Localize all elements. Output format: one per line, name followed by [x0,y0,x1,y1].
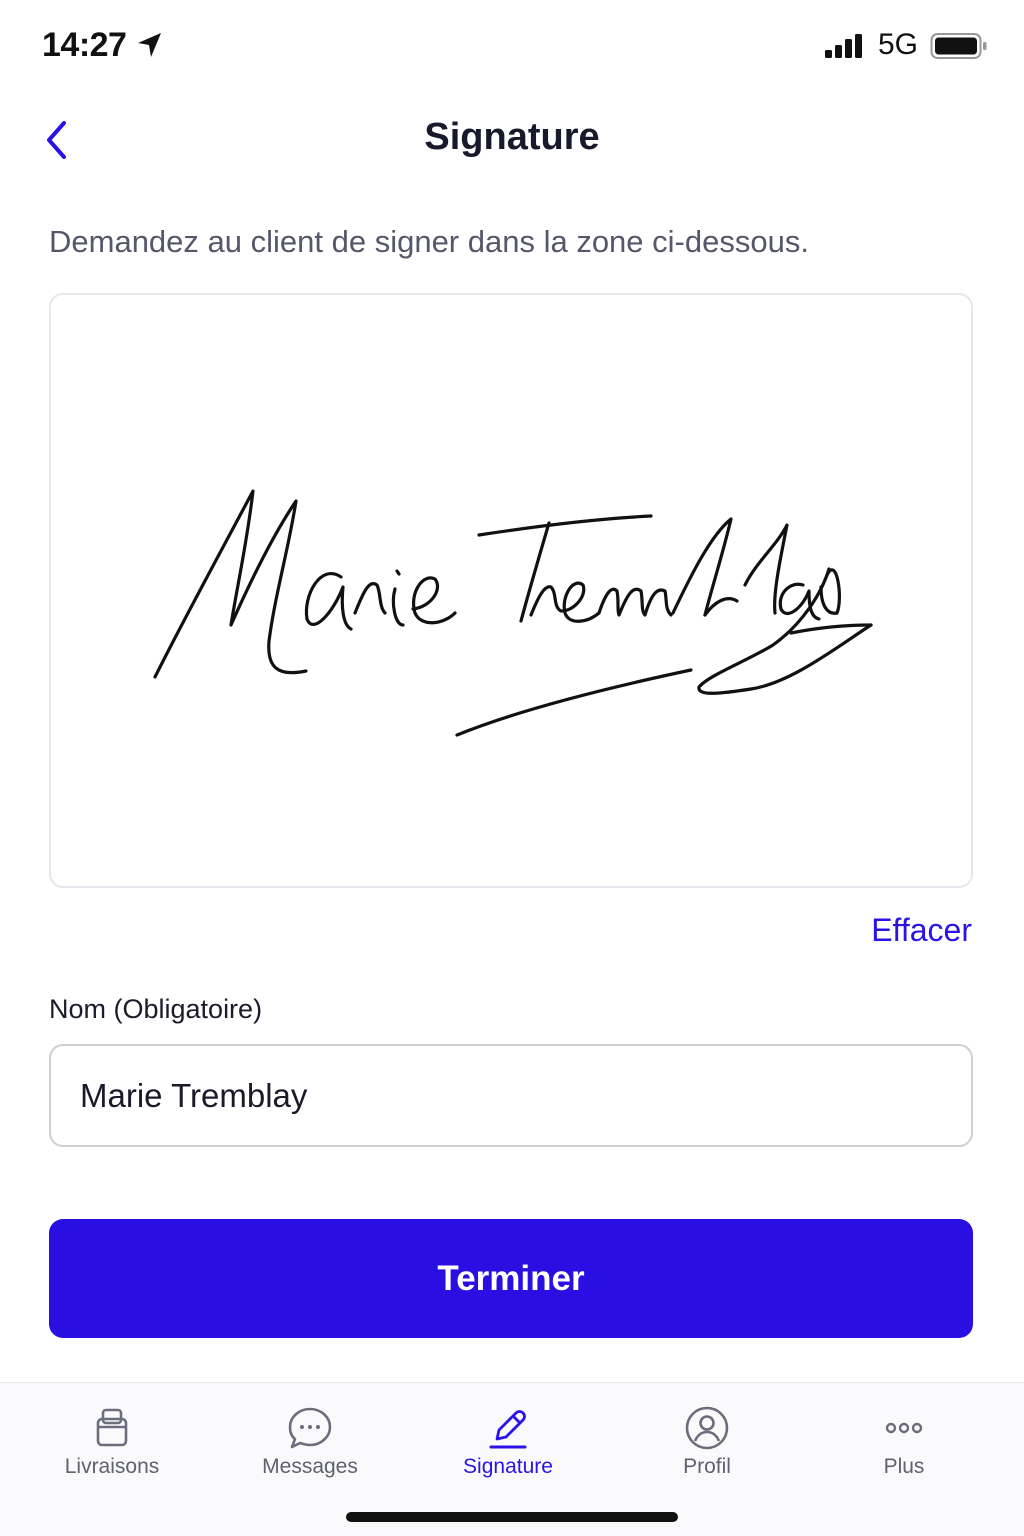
network-type: 5G [878,28,919,61]
signature-drawing [153,489,873,737]
home-indicator [346,1512,678,1522]
cellular-signal-icon [825,34,862,58]
tab-livraisons[interactable]: Livraisons [12,1383,212,1493]
clear-signature-button[interactable]: Effacer [871,912,972,949]
page-title: Signature [424,116,600,158]
tab-label: Plus [883,1455,925,1478]
name-field-label: Nom (Obligatoire) [49,994,263,1024]
nav-bar: Signature [0,92,1024,188]
tab-label: Messages [262,1455,358,1478]
status-bar: 14:27 5G [0,0,1024,92]
pen-icon [489,1410,527,1449]
status-time: 14:27 [42,26,127,64]
signature-pad[interactable] [49,293,973,888]
user-circle-icon [685,1406,729,1450]
instruction-text: Demandez au client de signer dans la zon… [49,224,809,259]
tab-profil[interactable]: Profil [607,1383,807,1493]
name-input[interactable] [49,1044,973,1147]
tab-label: Livraisons [64,1455,160,1478]
more-dots-icon [885,1422,923,1434]
finish-button[interactable]: Terminer [49,1219,973,1338]
tab-plus[interactable]: Plus [804,1383,1004,1493]
battery-icon [930,33,987,59]
chat-bubble-icon [288,1407,332,1449]
tab-label: Profil [683,1455,731,1478]
tab-label: Signature [463,1455,553,1478]
tab-signature[interactable]: Signature [408,1383,608,1493]
package-icon [96,1408,128,1447]
location-arrow-icon [138,33,161,57]
tab-messages[interactable]: Messages [210,1383,410,1493]
